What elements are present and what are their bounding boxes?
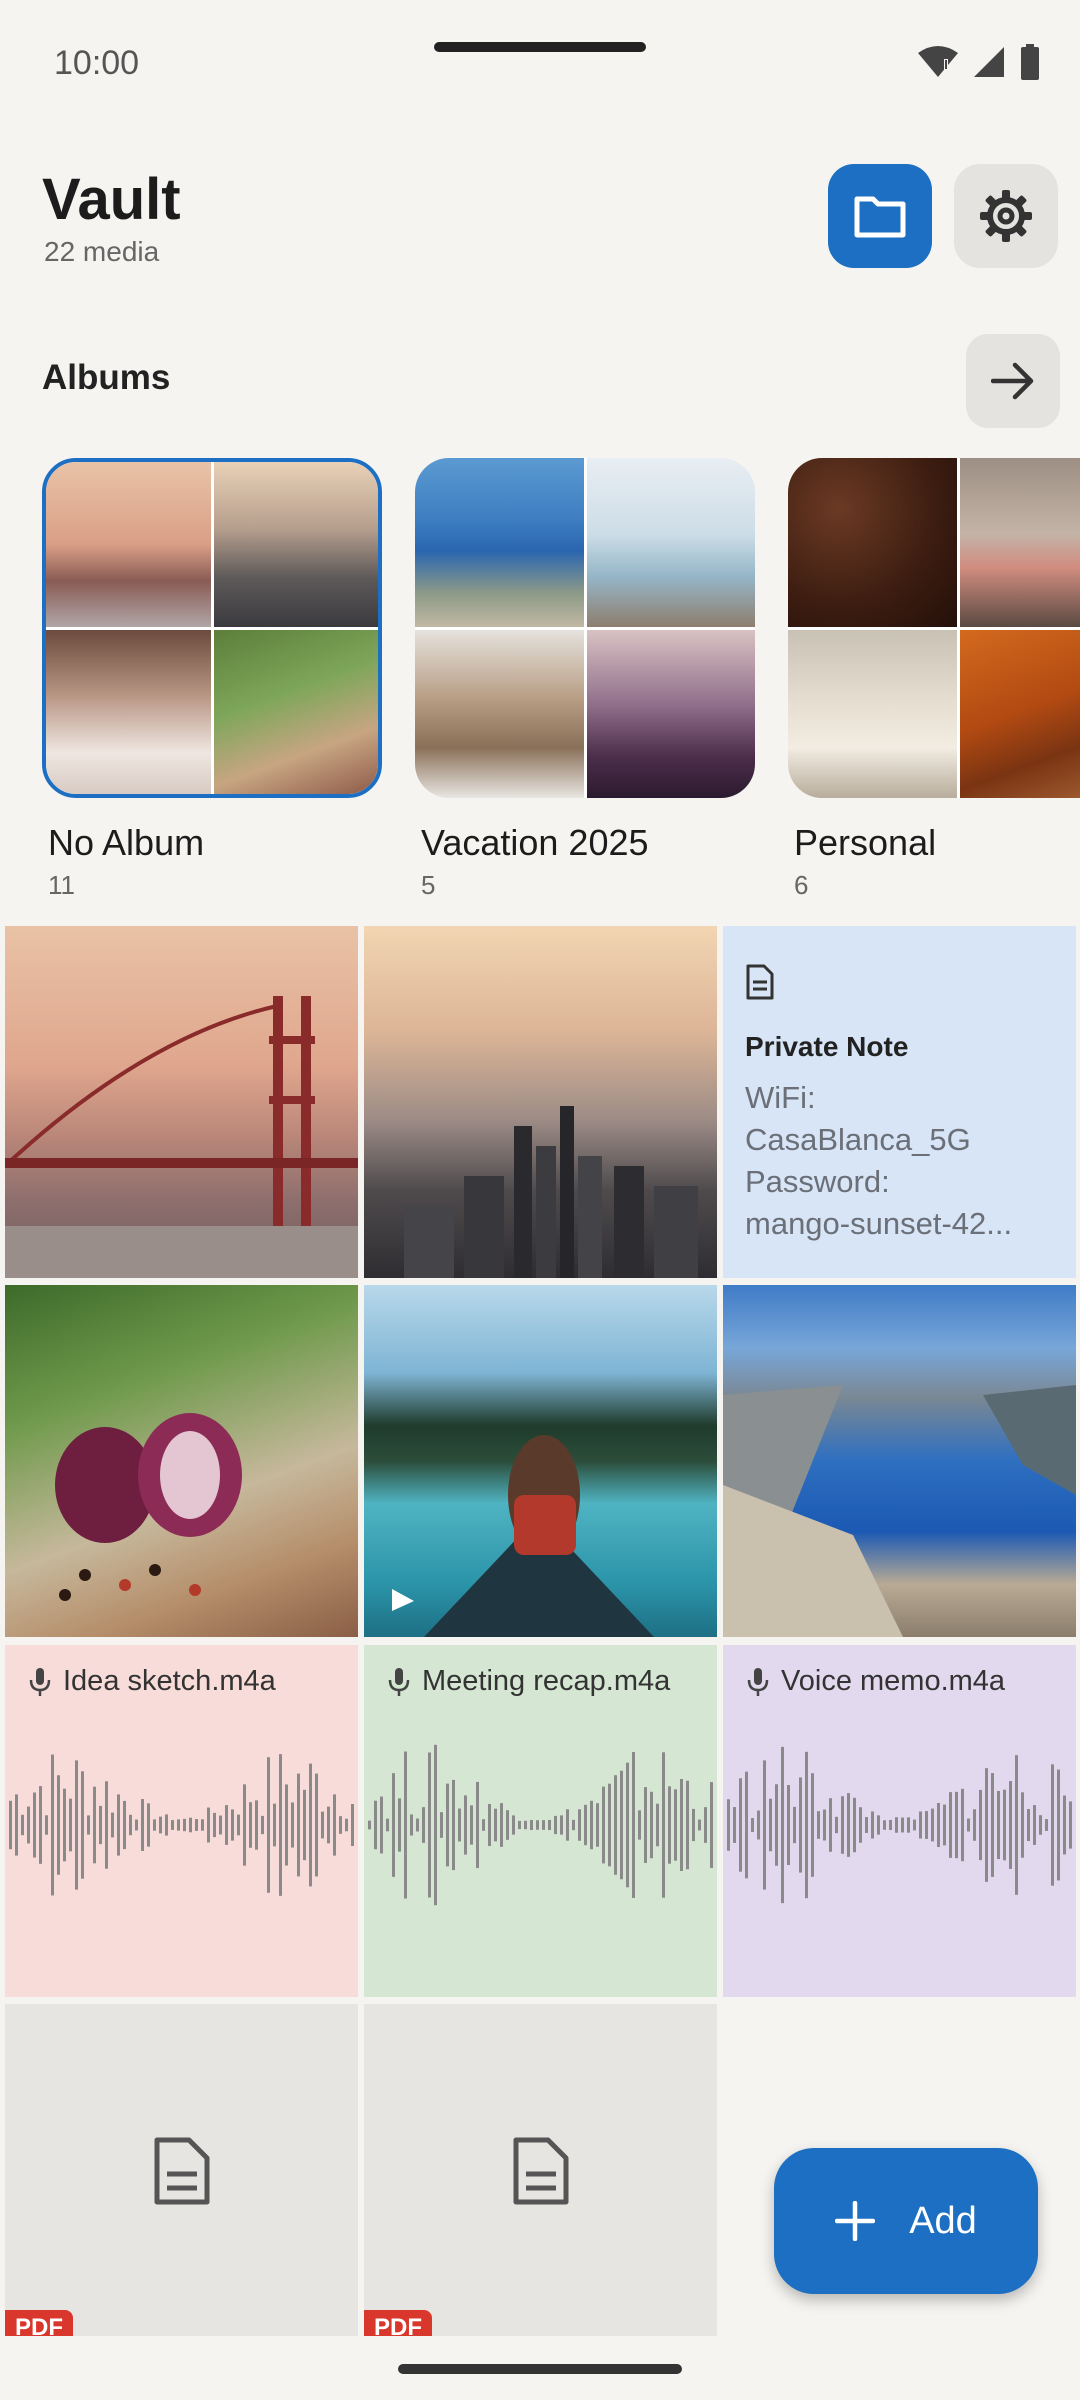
- add-button[interactable]: Add: [774, 2148, 1038, 2294]
- album-no-album[interactable]: No Album 11: [42, 458, 382, 901]
- pdf-badge: PDF: [5, 2310, 73, 2338]
- album-count: 6: [794, 870, 809, 900]
- media-photo-fjord[interactable]: [723, 1285, 1076, 1637]
- media-pdf[interactable]: PDF: [364, 2004, 717, 2338]
- mic-icon: [29, 1667, 51, 1696]
- page-title: Vault: [42, 167, 181, 232]
- media-photo-golden-gate[interactable]: [5, 926, 358, 1278]
- album-count: 5: [421, 870, 436, 900]
- status-bar: 10:00: [0, 0, 1080, 120]
- gesture-handle[interactable]: [398, 2364, 682, 2374]
- albums-heading: Albums: [42, 358, 171, 397]
- album-cover: [415, 458, 755, 798]
- album-vacation-2025[interactable]: Vacation 2025 5: [415, 458, 755, 901]
- album-personal[interactable]: Personal 6: [788, 458, 1080, 901]
- note-title: Private Note: [745, 1031, 909, 1062]
- plus-icon: [835, 2201, 876, 2241]
- album-name: No Album: [48, 822, 205, 863]
- waveform: [368, 1744, 713, 1906]
- media-audio-meeting-recap[interactable]: Meeting recap.m4a: [364, 1645, 717, 1997]
- media-audio-voice-memo[interactable]: Voice memo.m4a: [723, 1645, 1076, 1997]
- albums-more-button[interactable]: [966, 334, 1060, 428]
- gear-icon: [980, 190, 1032, 242]
- folder-icon: [854, 196, 906, 238]
- audio-filename: Meeting recap.m4a: [422, 1665, 671, 1697]
- pdf-badge: PDF: [364, 2310, 432, 2338]
- fjord-illustration: [723, 1385, 1076, 1637]
- media-photo-city[interactable]: [364, 926, 717, 1278]
- media-note-private[interactable]: Private Note WiFi: CasaBlanca_5G Passwor…: [723, 926, 1076, 1278]
- mic-icon: [388, 1667, 410, 1696]
- signal-icon: [974, 47, 1004, 77]
- camera-notch: [434, 42, 646, 52]
- mic-icon: [747, 1667, 769, 1696]
- media-count: 22 media: [44, 236, 160, 267]
- document-icon: [154, 2137, 209, 2205]
- waveform: [9, 1754, 354, 1896]
- document-icon: [513, 2137, 568, 2205]
- album-name: Vacation 2025: [421, 822, 649, 863]
- media-pdf[interactable]: PDF: [5, 2004, 358, 2338]
- battery-icon: [1021, 44, 1039, 80]
- waveform: [727, 1746, 1072, 1904]
- status-time: 10:00: [54, 44, 140, 82]
- play-icon: [392, 1589, 414, 1611]
- audio-filename: Idea sketch.m4a: [63, 1665, 276, 1697]
- note-body: WiFi: CasaBlanca_5G Password: mango-suns…: [745, 1080, 1013, 1241]
- folder-button[interactable]: [828, 164, 932, 268]
- add-button-label: Add: [909, 2199, 977, 2242]
- media-video-canoe[interactable]: [364, 1285, 717, 1637]
- settings-button[interactable]: [954, 164, 1058, 268]
- album-cover: [42, 458, 382, 798]
- bridge-illustration: [5, 996, 358, 1278]
- audio-filename: Voice memo.m4a: [781, 1665, 1006, 1697]
- media-photo-onion[interactable]: [5, 1285, 358, 1637]
- canoe-illustration: [392, 1435, 654, 1637]
- media-audio-idea-sketch[interactable]: Idea sketch.m4a: [5, 1645, 358, 1997]
- album-cover: [788, 458, 1080, 798]
- album-name: Personal: [794, 822, 937, 863]
- city-illustration: [404, 1106, 698, 1278]
- document-icon: [746, 964, 774, 1000]
- status-icons: [918, 44, 1040, 80]
- onion-illustration: [55, 1413, 242, 1601]
- album-count: 11: [48, 870, 75, 900]
- wifi-icon: [918, 46, 958, 77]
- arrow-right-icon: [991, 362, 1034, 400]
